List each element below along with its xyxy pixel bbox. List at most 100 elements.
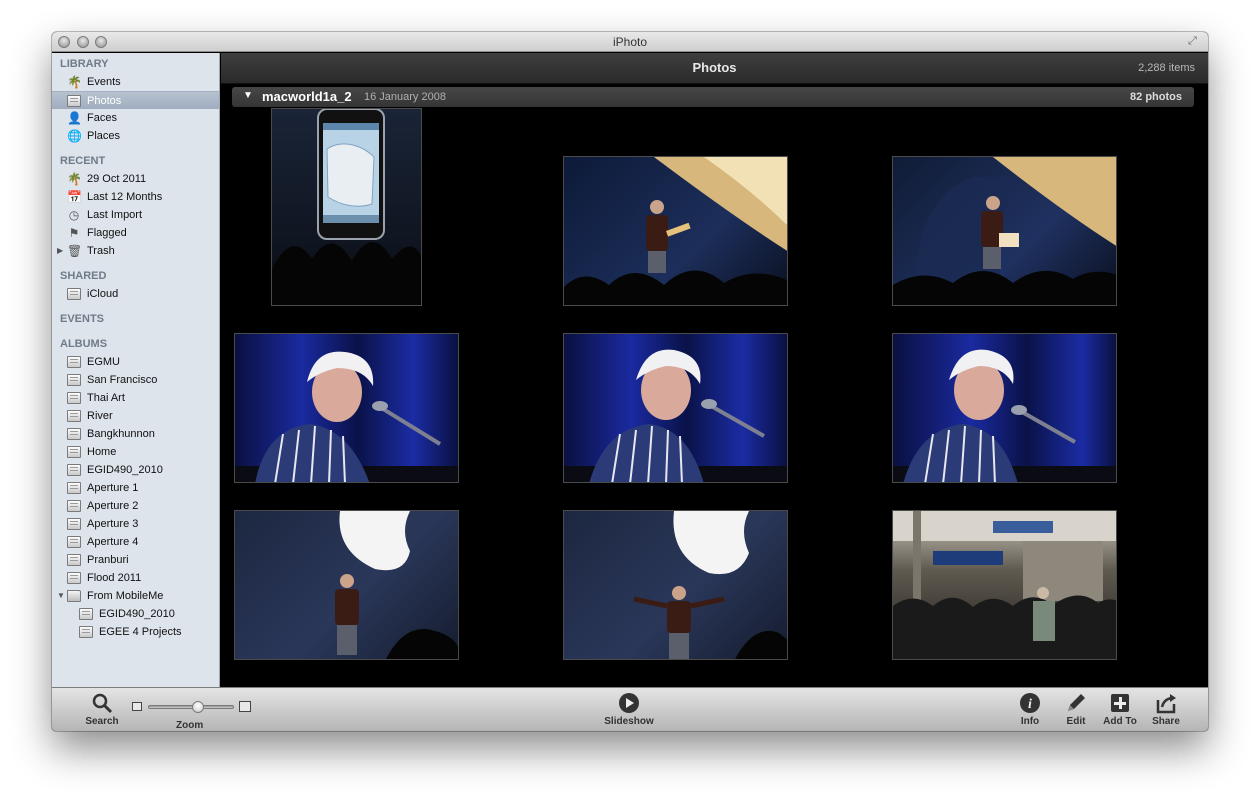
info-button[interactable]: i Info <box>1014 692 1046 727</box>
album-icon <box>67 392 81 404</box>
sidebar-album-item[interactable]: Flood 2011 <box>52 569 219 587</box>
sidebar-item-label: 29 Oct 2011 <box>87 173 147 185</box>
sidebar-album-item[interactable]: Pranburi <box>52 551 219 569</box>
sidebar-item-places[interactable]: 🌐 Places <box>52 127 219 145</box>
zoom-slider-knob[interactable] <box>192 701 205 713</box>
search-button[interactable]: Search <box>84 692 120 727</box>
sidebar-item-label: Last 12 Months <box>87 191 163 203</box>
sidebar-item-label: Trash <box>87 245 115 257</box>
photo-thumbnail[interactable] <box>271 108 422 306</box>
sidebar-section-recent: RECENT <box>60 155 106 167</box>
photos-icon <box>67 95 81 107</box>
edit-button[interactable]: Edit <box>1060 692 1092 727</box>
photo-thumbnail[interactable] <box>892 156 1117 306</box>
sidebar-album-item[interactable]: Thai Art <box>52 389 219 407</box>
palm-tree-icon: 🌴 <box>67 75 82 89</box>
sidebar-item-photos[interactable]: Photos <box>52 91 219 109</box>
album-icon <box>67 356 81 368</box>
disclosure-triangle-icon[interactable]: ▼ <box>57 587 65 605</box>
sidebar-item-label: Events <box>87 76 121 88</box>
album-icon <box>67 410 81 422</box>
collapse-triangle-icon[interactable]: ▼ <box>243 90 253 101</box>
sidebar-album-item[interactable]: EGEE 4 Projects <box>52 623 219 641</box>
sidebar-album-item[interactable]: San Francisco <box>52 371 219 389</box>
album-icon <box>67 446 81 458</box>
add-to-button[interactable]: Add To <box>1100 692 1140 727</box>
album-icon <box>67 500 81 512</box>
event-header[interactable]: ▼ macworld1a_2 16 January 2008 82 photos <box>232 87 1194 107</box>
sidebar-album-item[interactable]: Aperture 1 <box>52 479 219 497</box>
share-button[interactable]: Share <box>1149 692 1183 727</box>
photo-thumbnail[interactable] <box>892 333 1117 483</box>
sidebar-album-item[interactable]: Aperture 2 <box>52 497 219 515</box>
album-icon <box>67 428 81 440</box>
slideshow-button[interactable]: Slideshow <box>599 692 659 727</box>
sidebar-item-label: Flagged <box>87 227 127 239</box>
event-date: 16 January 2008 <box>364 91 446 103</box>
sidebar-item-label: EGID490_2010 <box>87 464 163 476</box>
zoom-out-icon[interactable] <box>132 702 142 711</box>
sidebar-item-label: iCloud <box>87 288 119 300</box>
sidebar-item-label: Bangkhunnon <box>87 428 155 440</box>
sidebar-album-item[interactable]: Bangkhunnon <box>52 425 219 443</box>
sidebar-item-last-12-months[interactable]: 📅 Last 12 Months <box>52 188 219 206</box>
sidebar-album-item[interactable]: EGID490_2010 <box>52 461 219 479</box>
photo-thumbnail[interactable] <box>563 156 788 306</box>
apple-keynote-photo-art <box>633 511 787 659</box>
expo-crowd-photo-art <box>893 511 1116 659</box>
disclosure-triangle-icon[interactable]: ▶ <box>57 242 63 260</box>
sidebar-section-events[interactable]: EVENTS <box>52 310 219 328</box>
sidebar-item-label: From MobileMe <box>87 590 164 602</box>
sidebar-album-item[interactable]: Home <box>52 443 219 461</box>
keynote-photo-art <box>893 157 1116 305</box>
sidebar-item-last-event[interactable]: 🌴 29 Oct 2011 <box>52 170 219 188</box>
toolbar-label: Add To <box>1103 716 1137 727</box>
sidebar-item-label: Aperture 3 <box>87 518 139 530</box>
singer-photo-art <box>893 349 1116 482</box>
photo-thumbnail[interactable] <box>234 333 459 483</box>
folder-icon <box>67 590 81 602</box>
sidebar-album-item[interactable]: Aperture 3 <box>52 515 219 533</box>
sidebar: LIBRARY 🌴 Events Photos 👤 Faces 🌐 Places… <box>52 53 220 687</box>
photo-thumbnail[interactable] <box>563 333 788 483</box>
globe-icon: 🌐 <box>67 129 82 143</box>
event-name: macworld1a_2 <box>262 89 352 104</box>
singer-photo-art <box>235 351 458 482</box>
sidebar-item-trash[interactable]: ▶ 🗑 Trash <box>52 242 219 260</box>
photo-thumbnail[interactable] <box>234 510 459 660</box>
clock-icon: ◷ <box>68 208 80 222</box>
play-icon <box>618 692 640 714</box>
sidebar-album-item[interactable]: EGMU <box>52 353 219 371</box>
photo-thumbnail[interactable] <box>563 510 788 660</box>
fullscreen-icon[interactable]: ⤢ <box>1188 35 1202 49</box>
sidebar-item-label: Home <box>87 446 117 458</box>
album-icon <box>67 572 81 584</box>
sidebar-item-flagged[interactable]: ⚑ Flagged <box>52 224 219 242</box>
photo-thumbnail[interactable] <box>892 510 1117 660</box>
sidebar-item-last-import[interactable]: ◷ Last Import <box>52 206 219 224</box>
album-icon <box>79 626 93 638</box>
sidebar-folder-from-mobileme[interactable]: ▼ From MobileMe <box>52 587 219 605</box>
sidebar-item-label: Photos <box>87 95 122 107</box>
album-icon <box>67 464 81 476</box>
toolbar-label: Slideshow <box>604 716 654 727</box>
sidebar-album-item[interactable]: EGID490_2010 <box>52 605 219 623</box>
toolbar-label: Share <box>1152 716 1180 727</box>
sidebar-item-label: Aperture 1 <box>87 482 139 494</box>
person-icon: 👤 <box>67 111 82 125</box>
bottom-toolbar: Search Zoom Slideshow i Info Edit Add To… <box>52 687 1208 731</box>
zoom-in-icon[interactable] <box>239 701 251 712</box>
sidebar-item-icloud[interactable]: iCloud <box>52 285 219 303</box>
sidebar-item-events[interactable]: 🌴 Events <box>52 73 219 91</box>
singer-photo-art <box>564 349 787 482</box>
sidebar-album-item[interactable]: River <box>52 407 219 425</box>
info-icon: i <box>1019 692 1041 714</box>
album-icon <box>67 374 81 386</box>
event-photo-count: 82 photos <box>1130 91 1182 103</box>
sidebar-item-faces[interactable]: 👤 Faces <box>52 109 219 127</box>
sidebar-item-label: Flood 2011 <box>87 572 142 584</box>
zoom-slider[interactable] <box>148 701 234 713</box>
sidebar-album-item[interactable]: Aperture 4 <box>52 533 219 551</box>
calendar-icon: 📅 <box>67 190 82 204</box>
plus-icon <box>1109 692 1131 714</box>
